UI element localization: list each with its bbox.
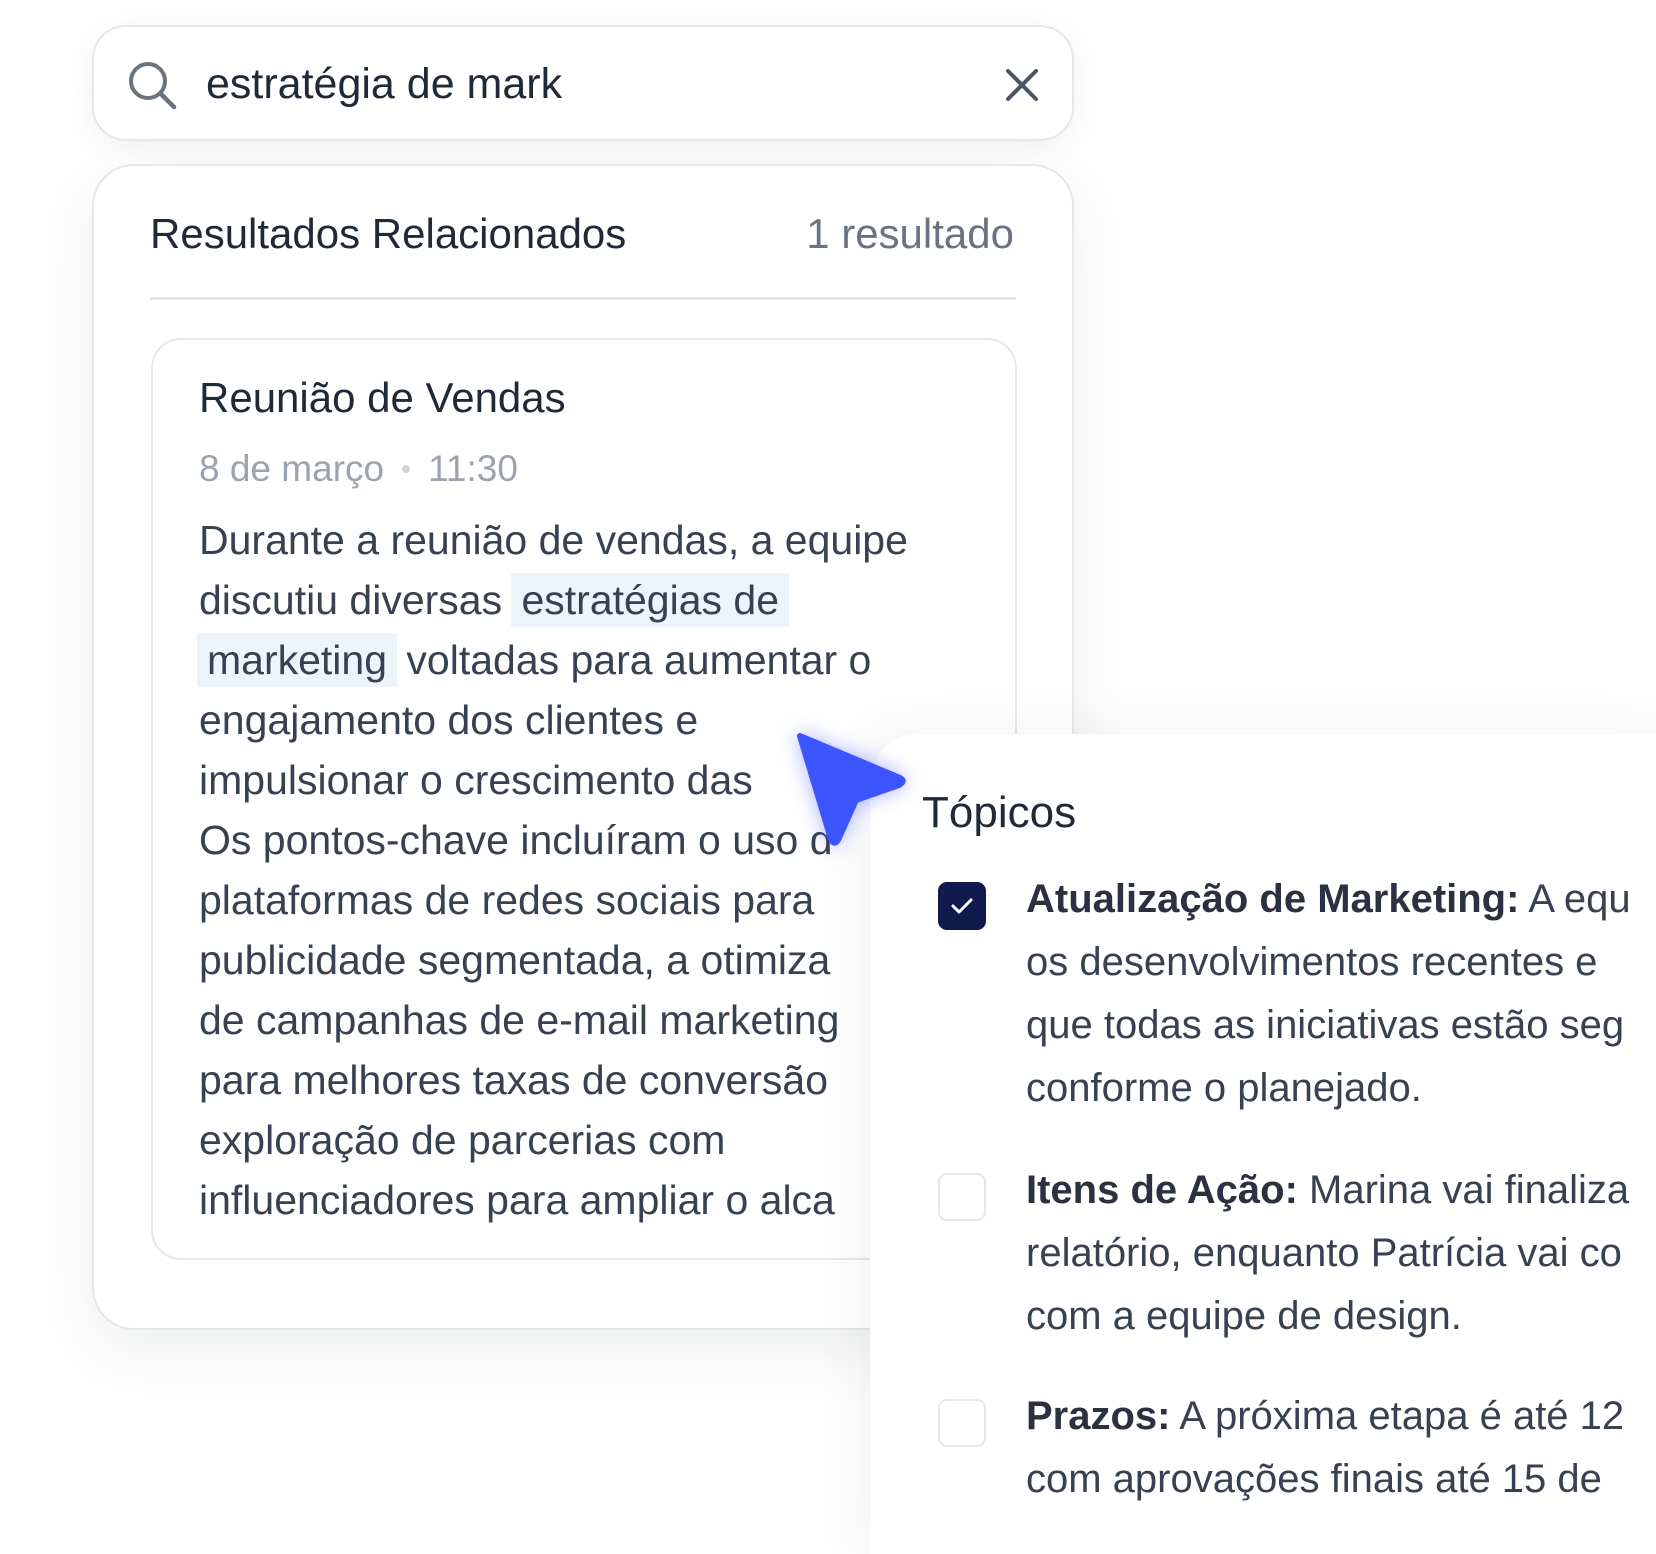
snippet-line: de campanhas de e-mail marketing: [199, 997, 840, 1043]
topic-line: com aprovações finais até 15 de: [1026, 1457, 1602, 1501]
topic-line: relatório, enquanto Patrícia vai co: [1026, 1231, 1622, 1275]
snippet-line: influenciadores para ampliar o alca: [199, 1177, 835, 1223]
snippet-line: discutiu diversas estratégias de: [199, 570, 979, 630]
snippet-line: exploração de parcerias com: [199, 1117, 726, 1163]
search-highlight: marketing: [197, 633, 398, 687]
topic-text: Prazos: A próxima etapa é até 12 com apr…: [1026, 1385, 1656, 1511]
results-count: 1 resultado: [806, 210, 1014, 257]
topic-checkbox[interactable]: [938, 1173, 986, 1221]
topic-line: com a equipe de design.: [1026, 1294, 1462, 1338]
topic-text: Atualização de Marketing: A equ os desen…: [1026, 868, 1656, 1120]
topic-line: Prazos: A próxima etapa é até 12: [1026, 1385, 1656, 1448]
result-title: Reunião de Vendas: [199, 374, 566, 421]
topics-title: Tópicos: [922, 788, 1077, 837]
search-highlight: estratégias de: [511, 573, 790, 627]
result-meta: 8 de março 11:30: [199, 448, 518, 490]
result-time: 11:30: [428, 448, 518, 489]
result-date: 8 de março: [199, 448, 385, 489]
check-icon: [951, 898, 973, 914]
snippet-line: plataformas de redes sociais para: [199, 877, 815, 923]
topic-text: Itens de Ação: Marina vai finaliza relat…: [1026, 1159, 1656, 1348]
result-snippet: Durante a reunião de vendas, a equipe di…: [197, 510, 979, 1230]
topic-label: Atualização de Marketing:: [1026, 877, 1520, 921]
topic-description: Marina vai finaliza: [1297, 1168, 1630, 1212]
search-input[interactable]: [206, 53, 986, 115]
topic-checkbox[interactable]: [938, 1399, 986, 1447]
search-icon: [129, 62, 177, 110]
topic-line: que todas as iniciativas estão seg: [1026, 1003, 1625, 1047]
snippet-line: para melhores taxas de conversão: [199, 1057, 829, 1103]
search-bar: [92, 25, 1074, 141]
topic-line: Itens de Ação: Marina vai finaliza: [1026, 1159, 1656, 1222]
clear-search-button[interactable]: [992, 55, 1052, 115]
results-divider: [150, 297, 1016, 300]
topic-line: os desenvolvimentos recentes e: [1026, 940, 1598, 984]
snippet-text: voltadas para aumentar o: [395, 637, 872, 683]
topic-line: Atualização de Marketing: A equ: [1026, 868, 1656, 931]
snippet-line: publicidade segmentada, a otimiza: [199, 937, 831, 983]
topic-description: A próxima etapa é até 12: [1170, 1394, 1625, 1438]
topic-description: A equ: [1519, 877, 1631, 921]
topic-line: conforme o planejado.: [1026, 1066, 1422, 1110]
topic-label: Itens de Ação:: [1026, 1168, 1298, 1212]
cursor-pointer-icon: [797, 733, 906, 846]
topic-label: Prazos:: [1026, 1394, 1171, 1438]
topic-checkbox[interactable]: [938, 882, 986, 930]
snippet-line: marketing voltadas para aumentar o: [197, 630, 979, 690]
topics-panel: Tópicos Atualização de Marketing: A equ …: [870, 734, 1656, 1554]
results-title: Resultados Relacionados: [150, 210, 627, 257]
snippet-text: discutiu diversas: [199, 577, 514, 623]
close-icon: [1006, 69, 1038, 101]
snippet-line: Durante a reunião de vendas, a equipe: [199, 517, 908, 563]
meta-separator-dot: [402, 465, 411, 473]
